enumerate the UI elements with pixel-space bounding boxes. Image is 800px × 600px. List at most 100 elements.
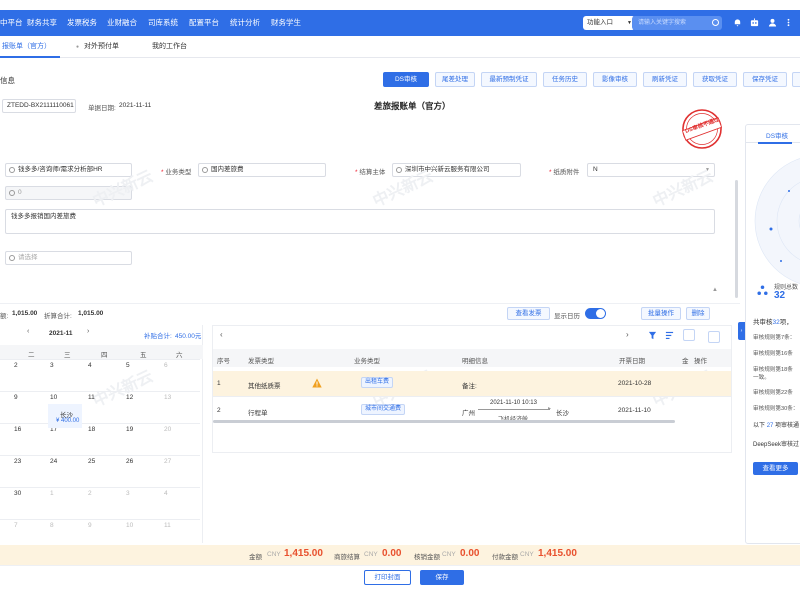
row-detail: 备注: <box>462 383 477 390</box>
tab-prepay[interactable]: 对外预付单 <box>84 36 119 58</box>
row-date: 2021-11-10 <box>618 407 651 414</box>
calendar-day[interactable]: 27 <box>164 458 171 465</box>
calendar-day[interactable]: 12 <box>126 394 133 401</box>
paper-attachment-select[interactable]: N ▼ <box>587 163 715 177</box>
calendar-day[interactable]: 10 <box>126 522 133 529</box>
calendar-day[interactable]: 5 <box>126 362 130 369</box>
footer-verify: 0.00 <box>460 548 480 559</box>
tab-workbench[interactable]: 我的工作台 <box>152 36 187 58</box>
biz-type-field[interactable]: 国内差旅费 <box>198 163 326 177</box>
remark-textarea[interactable]: 钱多多报销国内差旅费 <box>5 209 715 234</box>
function-entry-select[interactable]: 功能入口 ▼ <box>583 16 635 30</box>
calendar-day[interactable]: 3 <box>126 490 130 497</box>
scroll-right-icon[interactable]: › <box>626 330 629 339</box>
prev-month-icon[interactable]: ‹ <box>27 328 29 335</box>
columns-icon[interactable] <box>683 329 695 341</box>
calendar-day[interactable]: 11 <box>88 394 95 401</box>
calendar-day[interactable]: 18 <box>88 426 95 433</box>
footer-amount: 1,415.00 <box>284 548 323 559</box>
nav-item[interactable]: 中平台 <box>0 10 23 36</box>
batch-operation-button[interactable]: 批量操作 <box>641 307 681 320</box>
refresh-voucher-button[interactable]: 刷新凭证 <box>643 72 687 87</box>
collapse-icon[interactable]: ▲ <box>712 287 718 293</box>
panel-tab-ds[interactable]: DS审核 <box>766 130 788 140</box>
search-icon <box>9 255 15 261</box>
calendar-day[interactable]: 20 <box>164 426 171 433</box>
task-history-button[interactable]: 任务历史 <box>543 72 587 87</box>
calendar-day[interactable]: 2 <box>14 362 18 369</box>
trip-to: 长沙 <box>556 410 569 417</box>
footer-amount-label: 金额 <box>249 554 262 561</box>
robot-icon[interactable] <box>750 18 759 27</box>
col-actions: 操作 <box>694 358 707 365</box>
delete-button[interactable]: 删除 <box>686 307 710 320</box>
calendar-day[interactable]: 9 <box>88 522 92 529</box>
dot-icon: ● <box>76 44 80 50</box>
expand-icon[interactable] <box>708 331 720 343</box>
vertical-scrollbar[interactable] <box>735 180 738 298</box>
calendar-day[interactable]: 8 <box>50 522 54 529</box>
biz-type-tag: 城市间交通费 <box>361 404 406 415</box>
totals-row <box>0 303 740 323</box>
view-invoice-button[interactable]: 查看发票 <box>507 307 550 320</box>
view-more-button[interactable]: 查看更多 <box>753 462 798 475</box>
calendar-day[interactable]: 11 <box>164 522 171 529</box>
next-month-icon[interactable]: › <box>87 328 89 335</box>
global-search-input[interactable]: 请输入关键字搜索 <box>632 16 722 30</box>
filter-icon[interactable] <box>648 331 657 340</box>
nav-item[interactable]: 配置平台 <box>189 10 219 36</box>
scroll-left-icon[interactable]: ‹ <box>220 330 223 339</box>
applicant-field[interactable]: 钱多多/咨询师/需求分析部HR <box>5 163 132 177</box>
select-placeholder: 请选择 <box>18 254 38 261</box>
calendar-day[interactable]: 2 <box>88 490 92 497</box>
show-dates-toggle[interactable] <box>585 308 606 319</box>
more-icon[interactable] <box>784 18 793 27</box>
calendar-day[interactable]: 23 <box>14 458 21 465</box>
get-voucher-button[interactable]: 获取凭证 <box>693 72 737 87</box>
calendar-day[interactable]: 26 <box>126 458 133 465</box>
save-button[interactable]: 保存 <box>420 570 464 585</box>
nav-item[interactable]: 财务共享 <box>27 10 57 36</box>
horizontal-scrollbar[interactable] <box>213 420 675 423</box>
select-field[interactable]: 请选择 <box>5 251 132 265</box>
save-voucher-button[interactable]: 保存凭证 <box>743 72 787 87</box>
panel-toggle-icon[interactable]: › <box>738 322 745 340</box>
calendar-day[interactable]: 25 <box>88 458 95 465</box>
settle-field[interactable]: 深圳市中兴新云服务有限公司 <box>392 163 521 177</box>
footer-pay-label: 付款金额 <box>492 554 518 561</box>
radar-graphic <box>754 158 800 284</box>
footer-deduct-label: 商旅结算 <box>334 554 360 561</box>
nav-item[interactable]: 财务学生 <box>271 10 301 36</box>
calendar-day[interactable]: 6 <box>164 362 168 369</box>
image-audit-button[interactable]: 影像审核 <box>593 72 637 87</box>
calendar-day[interactable]: 4 <box>164 490 168 497</box>
calendar-day[interactable]: 10 <box>50 394 57 401</box>
prefab-voucher-button[interactable]: 最新预制凭证 <box>481 72 537 87</box>
calendar-day[interactable]: 7 <box>14 522 18 529</box>
calendar-day[interactable]: 9 <box>14 394 18 401</box>
calendar-day[interactable]: 30 <box>14 490 21 497</box>
nav-item[interactable]: 发票税务 <box>67 10 97 36</box>
calendar-day[interactable]: 3 <box>50 362 54 369</box>
nav-item[interactable]: 司库系统 <box>148 10 178 36</box>
tail-diff-button[interactable]: 尾差处理 <box>435 72 475 87</box>
calendar-day[interactable]: 19 <box>126 426 133 433</box>
ds-audit-button[interactable]: DS审核 <box>383 72 429 87</box>
tab-expense-official[interactable]: 报账单（官方） <box>0 36 60 58</box>
calendar-day[interactable]: 16 <box>14 426 21 433</box>
calendar-day[interactable]: 1 <box>50 490 54 497</box>
extra-button[interactable] <box>792 72 800 87</box>
nav-item[interactable]: 业财融合 <box>107 10 137 36</box>
bell-icon[interactable] <box>733 18 742 27</box>
calendar-day[interactable]: 13 <box>164 394 171 401</box>
user-icon[interactable] <box>768 18 777 27</box>
print-cover-button[interactable]: 打印封面 <box>364 570 411 585</box>
calendar-day[interactable]: 24 <box>50 458 57 465</box>
readonly-field: 0 <box>5 186 132 200</box>
calendar-row-divider <box>0 359 200 360</box>
row-invoice-type: 其他纸质票 <box>248 383 281 390</box>
sort-icon[interactable] <box>665 331 674 340</box>
calendar-day[interactable]: 4 <box>88 362 92 369</box>
nav-item[interactable]: 统计分析 <box>230 10 260 36</box>
doc-date-label: 单据日期: <box>88 105 116 112</box>
